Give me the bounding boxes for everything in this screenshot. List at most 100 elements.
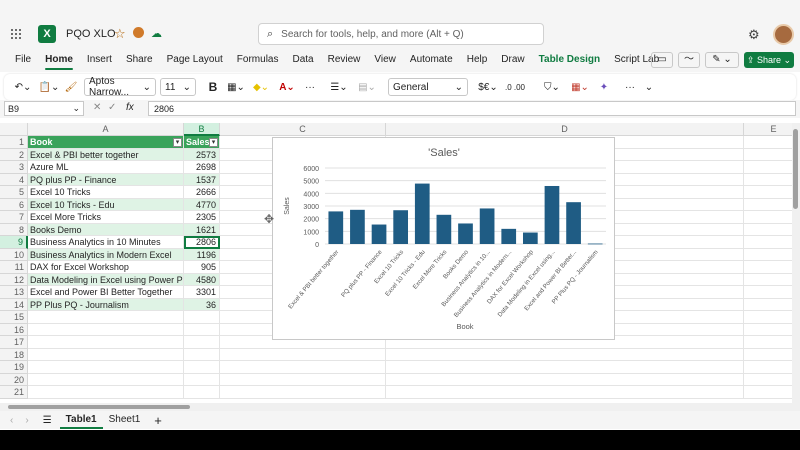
- row-header[interactable]: 4: [0, 173, 28, 186]
- activity-button[interactable]: 〜: [678, 52, 700, 68]
- cloud-sync-icon[interactable]: ☁: [151, 27, 162, 40]
- row-header[interactable]: 2: [0, 148, 28, 161]
- table-cell-sales[interactable]: 3301: [184, 286, 220, 299]
- workbook-title[interactable]: PQO XLO: [66, 28, 116, 40]
- row-header[interactable]: 8: [0, 223, 28, 236]
- tab-share[interactable]: Share: [119, 48, 160, 72]
- app-launcher-icon[interactable]: [10, 28, 22, 40]
- table-header-book[interactable]: Book: [28, 136, 184, 149]
- table-cell-book[interactable]: Excel More Tricks: [28, 211, 184, 224]
- share-button[interactable]: ⇪ Share ⌄: [744, 52, 794, 68]
- empty-cell[interactable]: [184, 323, 220, 336]
- empty-cell[interactable]: [744, 161, 792, 174]
- horizontal-scrollbar[interactable]: [0, 403, 800, 411]
- empty-cell[interactable]: [744, 299, 792, 311]
- table-cell-book[interactable]: Excel 10 Tricks - Edu: [28, 198, 184, 211]
- comments-button[interactable]: ▭: [651, 52, 673, 68]
- table-cell-sales[interactable]: 36: [184, 298, 220, 311]
- empty-cell[interactable]: [744, 199, 792, 211]
- tab-help[interactable]: Help: [460, 48, 495, 72]
- cell-styles-icon[interactable]: ▦⌄: [566, 77, 594, 97]
- copilot-icon[interactable]: ✦: [594, 77, 614, 97]
- row-header[interactable]: 11: [0, 261, 28, 274]
- empty-cell[interactable]: [744, 336, 792, 349]
- avatar[interactable]: [773, 24, 794, 45]
- row-header[interactable]: 18: [0, 348, 28, 361]
- empty-cell[interactable]: [744, 211, 792, 224]
- fill-color-icon[interactable]: ◆⌄: [248, 77, 274, 97]
- align-icon[interactable]: ☰⌄: [326, 77, 352, 97]
- number-format-dropdown[interactable]: General ⌄: [388, 78, 468, 96]
- conditional-format-icon[interactable]: ⛉⌄: [538, 77, 566, 97]
- column-header-a[interactable]: A: [28, 123, 184, 136]
- empty-cell[interactable]: [744, 361, 792, 374]
- prev-sheet-icon[interactable]: ‹: [10, 415, 13, 426]
- add-sheet-icon[interactable]: +: [154, 413, 162, 428]
- tab-data[interactable]: Data: [285, 48, 320, 72]
- empty-cell[interactable]: [744, 261, 792, 274]
- empty-cell[interactable]: [184, 386, 220, 399]
- row-header[interactable]: 6: [0, 198, 28, 211]
- row-header[interactable]: 10: [0, 248, 28, 261]
- row-header[interactable]: 21: [0, 386, 28, 399]
- tab-file[interactable]: File: [8, 48, 38, 72]
- table-cell-sales[interactable]: 2698: [184, 161, 220, 174]
- scroll-thumb[interactable]: [8, 405, 190, 409]
- empty-cell[interactable]: [744, 349, 792, 361]
- empty-cell[interactable]: [28, 361, 184, 374]
- table-cell-sales[interactable]: 2666: [184, 186, 220, 199]
- empty-cell[interactable]: [744, 186, 792, 199]
- table-cell-book[interactable]: Excel 10 Tricks: [28, 186, 184, 199]
- select-all-corner[interactable]: [0, 123, 28, 136]
- favorite-star-icon[interactable]: ☆: [114, 26, 126, 42]
- empty-cell[interactable]: [386, 386, 744, 399]
- empty-cell[interactable]: [220, 386, 386, 399]
- name-box[interactable]: B9 ⌄: [4, 101, 84, 116]
- chart-move-handle-icon[interactable]: ✥: [264, 212, 274, 226]
- empty-cell[interactable]: [28, 323, 184, 336]
- row-header[interactable]: 12: [0, 273, 28, 286]
- row-header[interactable]: 3: [0, 161, 28, 174]
- scroll-thumb[interactable]: [793, 129, 798, 209]
- empty-cell[interactable]: [744, 311, 792, 324]
- undo-icon[interactable]: ↶⌄: [10, 77, 36, 97]
- row-header[interactable]: 13: [0, 286, 28, 299]
- row-header[interactable]: 20: [0, 373, 28, 386]
- more-options-icon[interactable]: ···: [300, 77, 320, 97]
- empty-cell[interactable]: [744, 286, 792, 299]
- empty-cell[interactable]: [220, 348, 386, 361]
- currency-icon[interactable]: $€⌄: [474, 77, 502, 97]
- next-sheet-icon[interactable]: ›: [25, 415, 28, 426]
- table-cell-book[interactable]: Excel & PBI better together: [28, 148, 184, 161]
- empty-cell[interactable]: [744, 249, 792, 261]
- table-cell-sales[interactable]: 4770: [184, 198, 220, 211]
- empty-cell[interactable]: [386, 373, 744, 386]
- empty-cell[interactable]: [744, 374, 792, 386]
- editing-mode-button[interactable]: ✎ ⌄: [705, 52, 739, 68]
- sheet-tab-table1[interactable]: Table1: [59, 411, 103, 429]
- sensitivity-icon[interactable]: [133, 27, 144, 38]
- empty-cell[interactable]: [386, 361, 744, 374]
- empty-cell[interactable]: [220, 373, 386, 386]
- table-cell-book[interactable]: Excel and Power BI Better Together: [28, 286, 184, 299]
- empty-cell[interactable]: [28, 386, 184, 399]
- table-cell-book[interactable]: PQ plus PP - Finance: [28, 173, 184, 186]
- empty-cell[interactable]: [184, 348, 220, 361]
- tab-formulas[interactable]: Formulas: [230, 48, 286, 72]
- tab-insert[interactable]: Insert: [80, 48, 119, 72]
- table-cell-book[interactable]: Business Analytics in Modern Excel: [28, 248, 184, 261]
- empty-cell[interactable]: [744, 224, 792, 236]
- column-header-b[interactable]: B: [184, 123, 220, 136]
- column-header-e[interactable]: E: [744, 123, 792, 136]
- table-cell-sales[interactable]: 1537: [184, 173, 220, 186]
- sheet-tab-sheet1[interactable]: Sheet1: [103, 411, 147, 429]
- table-cell-book[interactable]: PP Plus PQ - Journalism: [28, 298, 184, 311]
- tab-home[interactable]: Home: [38, 48, 80, 72]
- table-cell-sales[interactable]: 2305: [184, 211, 220, 224]
- table-cell-book[interactable]: DAX for Excel Workshop: [28, 261, 184, 274]
- table-cell-sales[interactable]: 2806: [184, 236, 220, 249]
- column-header-d[interactable]: D: [386, 123, 744, 136]
- empty-cell[interactable]: [744, 174, 792, 186]
- formula-input[interactable]: 2806: [148, 101, 796, 116]
- empty-cell[interactable]: [28, 311, 184, 324]
